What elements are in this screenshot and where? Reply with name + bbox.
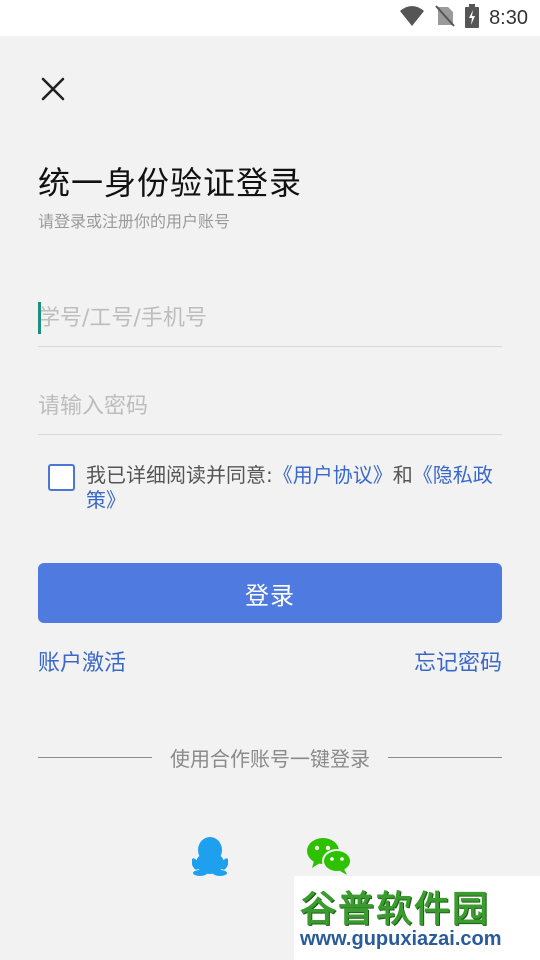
agreement-checkbox[interactable] <box>48 464 75 491</box>
qq-login-button[interactable] <box>186 832 234 880</box>
password-input[interactable] <box>38 378 502 434</box>
divider-line-right <box>388 756 502 758</box>
agreement-and: 和 <box>392 463 413 487</box>
battery-charging-icon <box>465 4 480 32</box>
partner-login-divider: 使用合作账号一键登录 <box>38 742 502 772</box>
login-button[interactable]: 登录 <box>38 563 502 623</box>
watermark: 谷普软件园 www.gupuxiazai.com <box>294 876 540 960</box>
account-field-container <box>38 290 502 347</box>
agreement-text: 我已详细阅读并同意:《用户协议》和《隐私政策》 <box>86 463 502 513</box>
account-input[interactable] <box>38 290 502 346</box>
activate-account-link[interactable]: 账户激活 <box>38 645 126 677</box>
forgot-password-link[interactable]: 忘记密码 <box>414 645 502 677</box>
status-icons: 8:30 <box>399 4 528 32</box>
agreement-prefix: 我已详细阅读并同意: <box>86 463 273 487</box>
no-sim-icon <box>435 5 455 31</box>
wechat-login-button[interactable] <box>305 832 353 880</box>
text-cursor <box>38 302 41 334</box>
page-subtitle: 请登录或注册你的用户账号 <box>38 212 231 231</box>
watermark-url: www.gupuxiazai.com <box>300 928 502 950</box>
divider-line-left <box>38 756 152 758</box>
wifi-icon <box>399 5 425 31</box>
wechat-icon <box>307 838 352 875</box>
partner-login-label: 使用合作账号一键登录 <box>170 746 370 771</box>
status-bar: 8:30 <box>0 0 540 36</box>
close-icon <box>41 77 65 101</box>
status-time: 8:30 <box>489 6 528 29</box>
page-title: 统一身份验证登录 <box>38 164 303 202</box>
watermark-chinese: 谷普软件园 <box>300 889 491 930</box>
password-field-container <box>38 378 502 435</box>
qq-icon <box>192 837 228 876</box>
close-button[interactable] <box>38 74 68 104</box>
user-agreement-link[interactable]: 《用户协议》 <box>273 463 393 487</box>
